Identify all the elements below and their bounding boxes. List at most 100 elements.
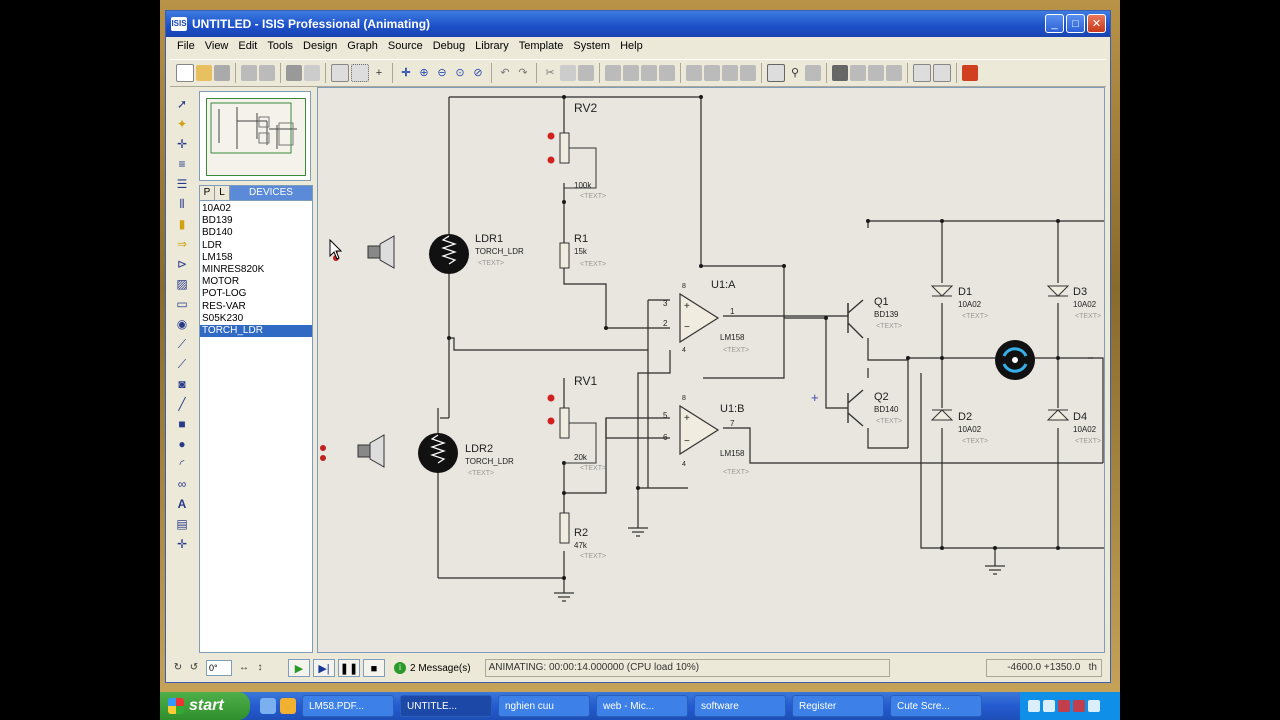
make-device-icon[interactable] <box>704 65 720 81</box>
property-tool-icon[interactable] <box>805 65 821 81</box>
menu-edit[interactable]: Edit <box>233 40 262 52</box>
menu-tools[interactable]: Tools <box>262 40 298 52</box>
diode-d4[interactable]: D4 10A02 <TEXT> <box>1046 409 1101 445</box>
tray-icon[interactable] <box>1028 700 1040 712</box>
selection-mode-icon[interactable]: ➚ <box>175 97 189 112</box>
tray-icon[interactable] <box>1058 700 1070 712</box>
terminals-mode-icon[interactable]: ⇒ <box>175 237 189 252</box>
motor-component[interactable] <box>995 340 1035 380</box>
menu-debug[interactable]: Debug <box>428 40 470 52</box>
transistor-q1[interactable]: Q1 BD139 <TEXT> <box>847 296 902 339</box>
close-button[interactable]: ✕ <box>1087 14 1106 33</box>
menu-help[interactable]: Help <box>615 40 648 52</box>
tray-icon[interactable] <box>1073 700 1085 712</box>
export-icon[interactable] <box>259 65 275 81</box>
path-mode-icon[interactable]: ∞ <box>175 477 189 492</box>
import-icon[interactable] <box>241 65 257 81</box>
print-area-icon[interactable] <box>304 65 320 81</box>
menu-template[interactable]: Template <box>514 40 569 52</box>
grid-icon[interactable] <box>351 64 369 82</box>
menu-view[interactable]: View <box>200 40 234 52</box>
torch-lamp-1[interactable] <box>333 235 395 269</box>
diode-d2[interactable]: D2 10A02 <TEXT> <box>930 409 988 445</box>
device-item[interactable]: S05K230 <box>200 313 312 325</box>
arc-mode-icon[interactable]: ◜ <box>175 457 189 472</box>
ldr2-component[interactable]: LDR2 TORCH_LDR <TEXT> <box>418 433 514 477</box>
menu-file[interactable]: File <box>172 40 200 52</box>
device-item[interactable]: BD139 <box>200 215 312 227</box>
torch-lamp-2[interactable] <box>320 434 385 468</box>
text-mode-icon[interactable]: A <box>175 497 189 512</box>
marker-mode-icon[interactable]: ✛ <box>175 537 189 552</box>
circle-mode-icon[interactable]: ● <box>175 437 189 452</box>
generator-mode-icon[interactable]: ◉ <box>175 317 189 332</box>
wire-autorouter-icon[interactable] <box>767 64 785 82</box>
zoom-area-icon[interactable]: ⊘ <box>470 65 486 81</box>
line-mode-icon[interactable]: ╱ <box>175 397 189 412</box>
open-folder-icon[interactable] <box>196 65 212 81</box>
tray-icon[interactable] <box>1088 700 1100 712</box>
opamp-u1b[interactable]: + − 5 6 7 8 4 U1:B LM158 <TEXT> <box>663 395 749 476</box>
task-pdf[interactable]: LM58.PDF... <box>302 695 394 717</box>
rotate-anticlockwise-icon[interactable]: ↺ <box>186 660 202 676</box>
task-folder-nghien-cuu[interactable]: nghien cuu <box>498 695 590 717</box>
ldr1-component[interactable]: LDR1 TORCH_LDR <TEXT> <box>429 233 524 274</box>
block-move-icon[interactable] <box>623 65 639 81</box>
start-button[interactable]: start <box>160 692 250 720</box>
task-isis[interactable]: UNTITLE... <box>400 695 492 717</box>
diode-d3[interactable]: D3 10A02 <TEXT> <box>1046 285 1101 320</box>
device-item[interactable]: MOTOR <box>200 276 312 288</box>
remove-sheet-icon[interactable] <box>850 65 866 81</box>
task-web[interactable]: web - Mic... <box>596 695 688 717</box>
packaging-icon[interactable] <box>722 65 738 81</box>
maximize-button[interactable]: □ <box>1066 14 1085 33</box>
device-pins-mode-icon[interactable]: ⊳ <box>175 257 189 272</box>
potentiometer-rv1[interactable]: RV1 20k <TEXT> <box>547 374 607 472</box>
subcircuit-mode-icon[interactable]: ▮ <box>175 217 189 232</box>
device-item[interactable]: RES-VAR <box>200 301 312 313</box>
pick-devices-tab[interactable]: P <box>200 186 215 200</box>
bill-of-materials-icon[interactable] <box>913 64 931 82</box>
redo-icon[interactable]: ↷ <box>515 65 531 81</box>
tray-icon[interactable] <box>1043 700 1055 712</box>
device-item[interactable]: BD140 <box>200 227 312 239</box>
virtual-instruments-icon[interactable]: ◙ <box>175 377 189 392</box>
device-item[interactable]: 10A02 <box>200 203 312 215</box>
message-indicator[interactable]: i 2 Message(s) <box>394 662 471 674</box>
overview-window[interactable] <box>199 91 311 181</box>
block-rotate-icon[interactable] <box>641 65 657 81</box>
menu-graph[interactable]: Graph <box>342 40 383 52</box>
goto-sheet-icon[interactable] <box>868 65 884 81</box>
mirror-vertical-icon[interactable]: ↕ <box>252 660 268 676</box>
block-copy-icon[interactable] <box>605 65 621 81</box>
menu-library[interactable]: Library <box>470 40 514 52</box>
resistor-r2[interactable]: R2 47k <TEXT> <box>559 512 606 560</box>
copy-icon[interactable] <box>560 65 576 81</box>
cut-icon[interactable]: ✂ <box>542 65 558 81</box>
paste-icon[interactable] <box>578 65 594 81</box>
rotation-angle-field[interactable]: 0° <box>206 660 232 676</box>
child-sheet-icon[interactable] <box>886 65 902 81</box>
device-item[interactable]: MINRES820K <box>200 264 312 276</box>
device-item[interactable]: LDR <box>200 240 312 252</box>
electrical-rules-icon[interactable] <box>933 64 951 82</box>
undo-icon[interactable]: ↶ <box>497 65 513 81</box>
pan-icon[interactable]: ✛ <box>398 65 414 81</box>
block-delete-icon[interactable] <box>659 65 675 81</box>
potentiometer-rv2[interactable]: RV2 100k <TEXT> <box>547 101 607 200</box>
schematic-canvas[interactable]: RV2 100k <TEXT> R1 15k <TEXT> LDR1 TORCH… <box>317 87 1105 653</box>
new-sheet-icon[interactable] <box>832 65 848 81</box>
menu-design[interactable]: Design <box>298 40 342 52</box>
symbol-mode-icon[interactable]: ▤ <box>175 517 189 532</box>
zoom-in-icon[interactable]: ⊕ <box>416 65 432 81</box>
transistor-q2[interactable]: Q2 BD140 <TEXT> <box>847 389 902 427</box>
device-item[interactable]: LM158 <box>200 252 312 264</box>
redraw-icon[interactable] <box>331 64 349 82</box>
pick-device-icon[interactable] <box>686 65 702 81</box>
task-register[interactable]: Register <box>792 695 884 717</box>
origin-icon[interactable]: + <box>371 65 387 81</box>
save-icon[interactable] <box>214 65 230 81</box>
junction-mode-icon[interactable]: ✛ <box>175 137 189 152</box>
play-button[interactable]: ▶ <box>288 659 310 677</box>
pause-button[interactable]: ❚❚ <box>338 659 360 677</box>
